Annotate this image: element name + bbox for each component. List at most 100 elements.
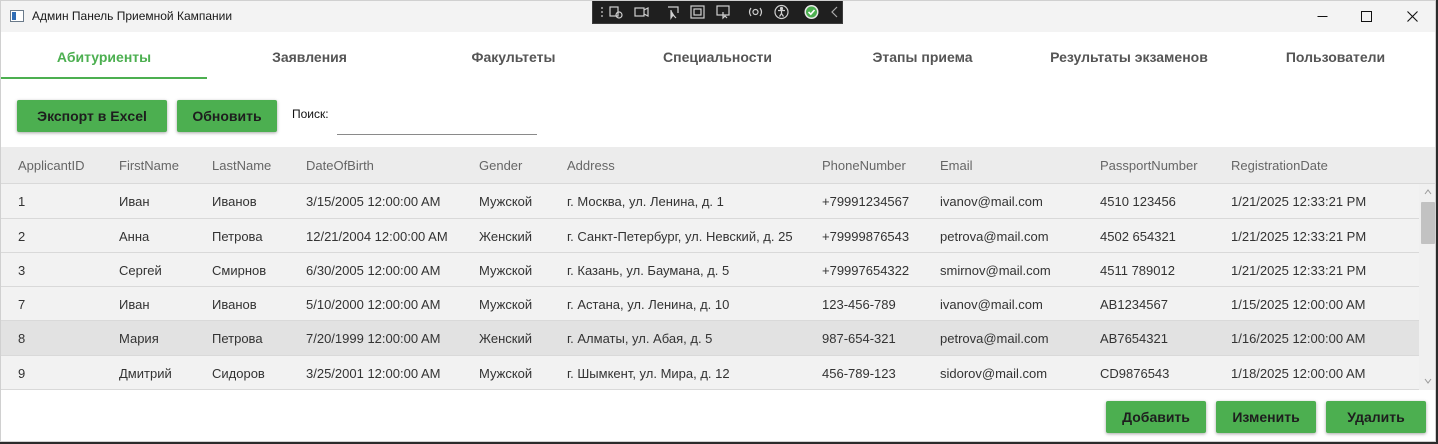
scrollbar-thumb[interactable] xyxy=(1421,202,1435,244)
column-header-applicant-id[interactable]: ApplicantID xyxy=(18,158,84,173)
cell-gender[interactable]: Мужской xyxy=(479,263,532,278)
column-header-gender[interactable]: Gender xyxy=(479,158,522,173)
cell-date-of-birth[interactable]: 3/15/2005 12:00:00 AM xyxy=(306,194,440,209)
cell-registration-date[interactable]: 1/21/2025 12:33:21 PM xyxy=(1231,194,1366,209)
cell-passport-number[interactable]: 4510 123456 xyxy=(1100,194,1176,209)
cell-phone-number[interactable]: 456-789-123 xyxy=(822,366,896,381)
vertical-scrollbar[interactable] xyxy=(1419,184,1435,390)
cell-email[interactable]: ivanov@mail.com xyxy=(940,194,1043,209)
cell-phone-number[interactable]: +79999876543 xyxy=(822,229,909,244)
hot-reload-icon[interactable] xyxy=(633,4,650,20)
minimize-button[interactable] xyxy=(1300,1,1346,32)
cell-date-of-birth[interactable]: 12/21/2004 12:00:00 AM xyxy=(306,229,448,244)
title-bar[interactable]: Админ Панель Приемной Кампании xyxy=(1,1,1435,32)
cell-gender[interactable]: Женский xyxy=(479,229,532,244)
cell-address[interactable]: г. Казань, ул. Баумана, д. 5 xyxy=(567,263,729,278)
cell-registration-date[interactable]: 1/16/2025 12:00:00 AM xyxy=(1231,331,1365,346)
delete-button[interactable]: Удалить xyxy=(1326,401,1426,433)
tab-users[interactable]: Пользователи xyxy=(1233,39,1435,79)
cell-phone-number[interactable]: +79997654322 xyxy=(822,263,909,278)
column-header-address[interactable]: Address xyxy=(567,158,615,173)
binding-failures-icon[interactable] xyxy=(747,4,764,20)
cell-passport-number[interactable]: AB1234567 xyxy=(1100,297,1168,312)
column-header-first-name[interactable]: FirstName xyxy=(119,158,179,173)
cell-registration-date[interactable]: 1/21/2025 12:33:21 PM xyxy=(1231,229,1366,244)
cell-last-name[interactable]: Иванов xyxy=(212,194,257,209)
cell-gender[interactable]: Мужской xyxy=(479,194,532,209)
cell-gender[interactable]: Мужской xyxy=(479,366,532,381)
cell-gender[interactable]: Женский xyxy=(479,331,532,346)
column-header-last-name[interactable]: LastName xyxy=(212,158,271,173)
cell-last-name[interactable]: Смирнов xyxy=(212,263,266,278)
cell-date-of-birth[interactable]: 3/25/2001 12:00:00 AM xyxy=(306,366,440,381)
select-element-icon[interactable] xyxy=(665,4,682,20)
live-visual-tree-icon[interactable] xyxy=(607,4,624,20)
cell-passport-number[interactable]: 4511 789012 xyxy=(1100,263,1175,278)
cell-applicant-id[interactable]: 7 xyxy=(18,297,25,312)
cell-address[interactable]: г. Астана, ул. Ленина, д. 10 xyxy=(567,297,729,312)
cell-email[interactable]: sidorov@mail.com xyxy=(940,366,1047,381)
cell-applicant-id[interactable]: 1 xyxy=(18,194,25,209)
cell-date-of-birth[interactable]: 6/30/2005 12:00:00 AM xyxy=(306,263,440,278)
close-button[interactable] xyxy=(1390,1,1435,32)
column-header-date-of-birth[interactable]: DateOfBirth xyxy=(306,158,374,173)
column-header-registration-date[interactable]: RegistrationDate xyxy=(1231,158,1328,173)
cell-first-name[interactable]: Сергей xyxy=(119,263,162,278)
track-focus-icon[interactable] xyxy=(715,4,732,20)
cell-last-name[interactable]: Петрова xyxy=(212,229,263,244)
cell-first-name[interactable]: Анна xyxy=(119,229,149,244)
column-header-email[interactable]: Email xyxy=(940,158,973,173)
cell-registration-date[interactable]: 1/18/2025 12:00:00 AM xyxy=(1231,366,1365,381)
cell-phone-number[interactable]: 987-654-321 xyxy=(822,331,896,346)
table-row[interactable]: 7 Иван Иванов 5/10/2000 12:00:00 AM Мужской г… xyxy=(1,287,1419,321)
cell-applicant-id[interactable]: 3 xyxy=(18,263,25,278)
tab-specialties[interactable]: Специальности xyxy=(615,39,820,79)
cell-address[interactable]: г. Санкт-Петербург, ул. Невский, д. 25 xyxy=(567,229,793,244)
cell-email[interactable]: petrova@mail.com xyxy=(940,229,1049,244)
column-header-phone-number[interactable]: PhoneNumber xyxy=(822,158,906,173)
table-row[interactable]: 8 Мария Петрова 7/20/1999 12:00:00 AM Женски… xyxy=(1,321,1419,356)
edit-button[interactable]: Изменить xyxy=(1216,401,1316,433)
cell-applicant-id[interactable]: 2 xyxy=(18,229,25,244)
add-button[interactable]: Добавить xyxy=(1106,401,1206,433)
table-row[interactable]: 1 Иван Иванов 3/15/2005 12:00:00 AM Мужской г… xyxy=(1,184,1419,219)
export-excel-button[interactable]: Экспорт в Excel xyxy=(17,100,167,132)
tab-exam-results[interactable]: Результаты экзаменов xyxy=(1025,39,1233,79)
search-input[interactable] xyxy=(337,109,537,135)
cell-last-name[interactable]: Петрова xyxy=(212,331,263,346)
scroll-up-icon[interactable] xyxy=(1424,188,1432,196)
cell-passport-number[interactable]: AB7654321 xyxy=(1100,331,1168,346)
cell-address[interactable]: г. Москва, ул. Ленина, д. 1 xyxy=(567,194,724,209)
cell-date-of-birth[interactable]: 5/10/2000 12:00:00 AM xyxy=(306,297,440,312)
cell-first-name[interactable]: Иван xyxy=(119,194,150,209)
cell-email[interactable]: ivanov@mail.com xyxy=(940,297,1043,312)
accessibility-icon[interactable] xyxy=(773,4,790,20)
table-row[interactable]: 3 Сергей Смирнов 6/30/2005 12:00:00 AM Мужск… xyxy=(1,253,1419,287)
table-row[interactable]: 9 Дмитрий Сидоров 3/25/2001 12:00:00 AM Мужс… xyxy=(1,356,1419,390)
tab-applications[interactable]: Заявления xyxy=(207,39,412,79)
collapse-chevron-icon[interactable] xyxy=(827,4,844,20)
cell-registration-date[interactable]: 1/21/2025 12:33:21 PM xyxy=(1231,263,1366,278)
tab-applicants[interactable]: Абитуриенты xyxy=(1,39,207,79)
cell-first-name[interactable]: Иван xyxy=(119,297,150,312)
cell-registration-date[interactable]: 1/15/2025 12:00:00 AM xyxy=(1231,297,1365,312)
cell-applicant-id[interactable]: 9 xyxy=(18,366,25,381)
cell-phone-number[interactable]: +79991234567 xyxy=(822,194,909,209)
table-row[interactable]: 2 Анна Петрова 12/21/2004 12:00:00 AM Женски… xyxy=(1,219,1419,253)
cell-applicant-id[interactable]: 8 xyxy=(18,331,25,346)
checkmark-icon[interactable] xyxy=(803,4,820,20)
cell-passport-number[interactable]: CD9876543 xyxy=(1100,366,1169,381)
cell-date-of-birth[interactable]: 7/20/1999 12:00:00 AM xyxy=(306,331,440,346)
cell-email[interactable]: smirnov@mail.com xyxy=(940,263,1051,278)
cell-passport-number[interactable]: 4502 654321 xyxy=(1100,229,1176,244)
maximize-button[interactable] xyxy=(1344,1,1390,32)
cell-last-name[interactable]: Иванов xyxy=(212,297,257,312)
cell-first-name[interactable]: Дмитрий xyxy=(119,366,172,381)
cell-last-name[interactable]: Сидоров xyxy=(212,366,265,381)
tab-admission-stages[interactable]: Этапы приема xyxy=(820,39,1025,79)
tab-faculties[interactable]: Факультеты xyxy=(412,39,615,79)
scroll-down-icon[interactable] xyxy=(1424,377,1432,385)
column-header-passport-number[interactable]: PassportNumber xyxy=(1100,158,1198,173)
cell-address[interactable]: г. Шымкент, ул. Мира, д. 12 xyxy=(567,366,730,381)
refresh-button[interactable]: Обновить xyxy=(177,100,277,132)
